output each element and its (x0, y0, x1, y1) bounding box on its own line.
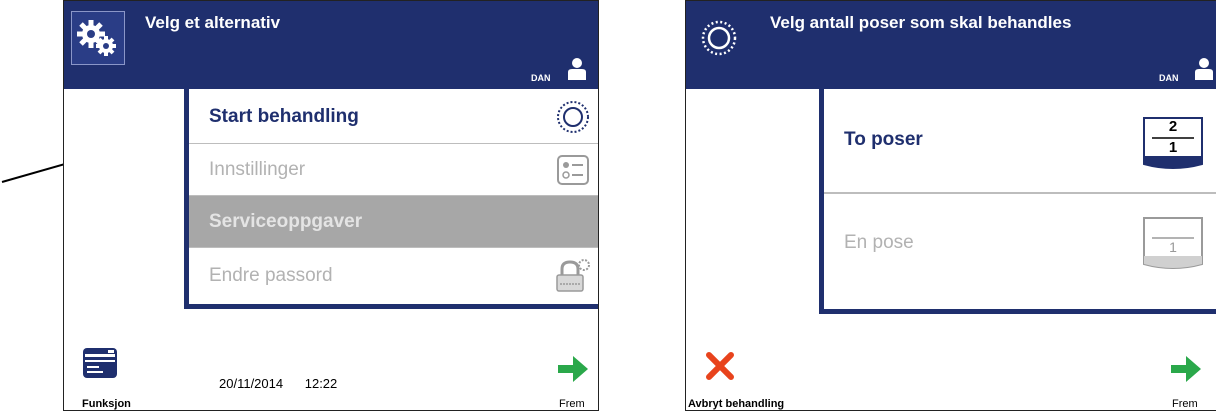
header-bar: Velg et alternativ DAN (64, 1, 598, 89)
next-arrow-icon[interactable] (1169, 354, 1203, 384)
menu-item-service-tasks[interactable]: Serviceoppgaver (189, 196, 598, 248)
menu-item-settings[interactable]: Innstillinger (189, 144, 598, 196)
header-bar: Velg antall poser som skal behandles DAN (686, 1, 1216, 89)
cancel-x-icon[interactable] (705, 351, 735, 381)
icon-top-number: 2 (1168, 118, 1178, 135)
menu-item-change-password[interactable]: Endre passord (189, 248, 598, 304)
page-title: Velg et alternativ (145, 13, 281, 32)
bag-options: To poser 2 1 En pose 1 (819, 89, 1216, 314)
lock-icon (556, 259, 590, 292)
menu-item-label: Innstillinger (209, 159, 306, 180)
next-arrow-icon[interactable] (556, 354, 590, 384)
datetime: 20/11/2014 12:22 (219, 376, 355, 391)
menu-item-label: Start behandling (209, 106, 359, 127)
menu-item-start-treatment[interactable]: Start behandling (189, 89, 598, 144)
one-bag-icon: 1 (1142, 216, 1204, 272)
cancel-label: Avbryt behandling (688, 398, 785, 410)
icon-bottom-number: 1 (1168, 139, 1178, 156)
next-label: Frem (1172, 398, 1198, 410)
date-text: 20/11/2014 (219, 376, 284, 391)
next-label: Frem (559, 398, 585, 410)
main-menu: Start behandling Innstillinger Serviceop… (184, 89, 598, 309)
language-code: DAN (1159, 73, 1179, 83)
function-card-icon[interactable] (82, 346, 118, 380)
option-label: To poser (844, 129, 923, 150)
user-icon (1195, 58, 1213, 80)
bag-count-screen: Velg antall poser som skal behandles DAN… (685, 0, 1216, 411)
option-one-bag[interactable]: En pose 1 (824, 194, 1216, 309)
settings-list-icon (557, 155, 589, 185)
main-menu-screen: Velg et alternativ DAN Start behandling … (63, 0, 599, 411)
gears-icon (71, 11, 125, 65)
function-label: Funksjon (82, 398, 131, 410)
two-bags-icon: 2 1 (1142, 116, 1204, 172)
sun-icon (701, 20, 737, 56)
page-title: Velg antall poser som skal behandles (770, 13, 1072, 32)
option-label: En pose (844, 232, 914, 253)
sun-icon (557, 101, 589, 133)
language-code: DAN (531, 73, 551, 83)
menu-item-label: Serviceoppgaver (209, 211, 363, 232)
icon-bottom-number: 1 (1169, 239, 1177, 255)
time-text: 12:22 (304, 376, 338, 391)
menu-item-label: Endre passord (209, 265, 333, 286)
user-icon (568, 58, 586, 80)
option-two-bags[interactable]: To poser 2 1 (824, 89, 1216, 194)
